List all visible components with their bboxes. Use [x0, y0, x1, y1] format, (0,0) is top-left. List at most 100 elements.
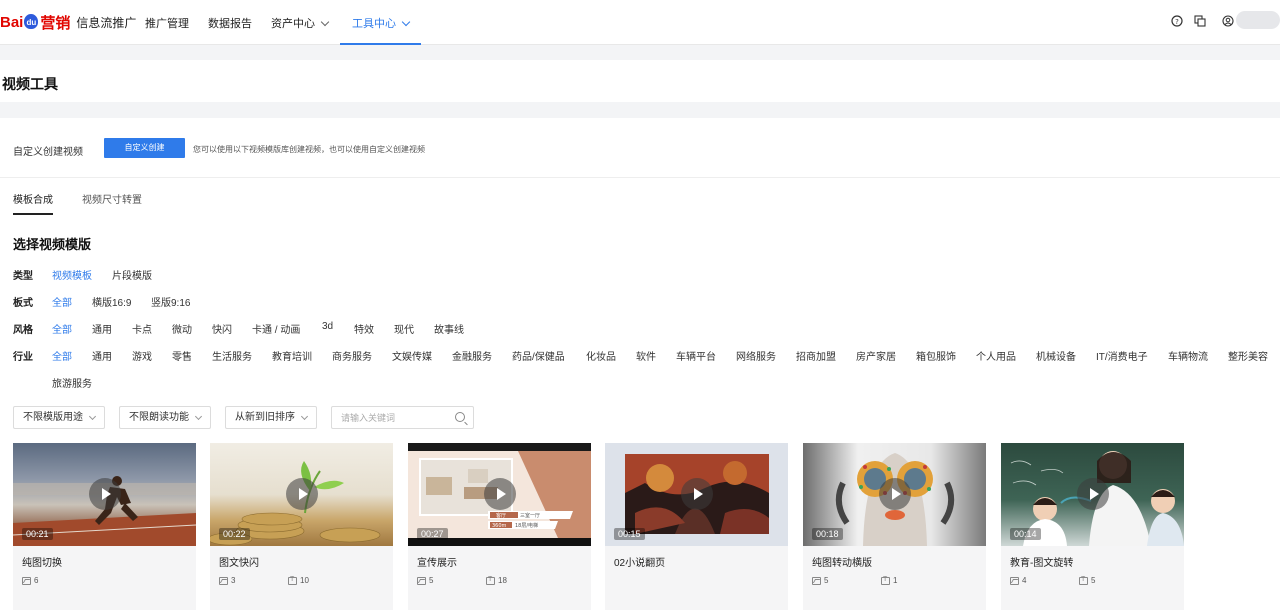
filter-style-label: 风格 — [13, 325, 33, 336]
help-icon[interactable]: ? — [1171, 15, 1183, 27]
chevron-down-icon — [401, 17, 411, 27]
filter-style-option[interactable]: 卡点 — [132, 321, 152, 336]
filter-style-option[interactable]: 卡通 / 动画 — [252, 321, 300, 336]
play-icon[interactable] — [286, 478, 318, 510]
template-thumbnail: 00:22 — [210, 443, 393, 546]
tab-video-resize[interactable]: 视频尺寸转置 — [82, 191, 142, 206]
filter-format-option[interactable]: 全部 — [52, 294, 72, 309]
play-icon[interactable] — [1077, 478, 1109, 510]
tab-template-compose[interactable]: 模板合成 — [13, 191, 53, 206]
reading-dropdown[interactable]: 不限朗读功能 — [119, 406, 211, 429]
template-card[interactable]: 00:21 纯图切换 6 — [13, 443, 196, 610]
filter-industry-option[interactable]: 化妆品 — [586, 348, 616, 363]
main-content: 自定义创建视频 自定义创建 您可以使用以下视频模版库创建视频，也可以使用自定义创… — [0, 118, 1280, 610]
template-card[interactable]: 00:14 教育-图文旋转 4 5 — [1001, 443, 1184, 610]
template-card[interactable]: 00:15 02小说翻页 — [605, 443, 788, 610]
custom-create-button[interactable]: 自定义创建 — [104, 138, 185, 158]
usage-dropdown[interactable]: 不限模版用途 — [13, 406, 105, 429]
filter-industry-option[interactable]: 旅游服务 — [52, 375, 92, 390]
filter-industry-option[interactable]: 车辆物流 — [1168, 348, 1208, 363]
filter-industry-option[interactable]: 软件 — [636, 348, 656, 363]
filter-industry-option[interactable]: 网络服务 — [736, 348, 776, 363]
nav-label: 资产中心 — [271, 18, 315, 30]
sort-dropdown[interactable]: 从新到旧排序 — [225, 406, 317, 429]
text-icon — [1079, 576, 1088, 585]
filter-industry-option[interactable]: 商务服务 — [332, 348, 372, 363]
filter-industry-option[interactable]: 通用 — [92, 348, 112, 363]
duration-badge: 00:27 — [417, 528, 448, 540]
nav-tool-center[interactable]: 工具中心 — [352, 15, 411, 31]
user-icon[interactable] — [1222, 15, 1234, 27]
chevron-down-icon — [320, 17, 330, 27]
image-count: 5 — [812, 576, 828, 585]
play-icon[interactable] — [681, 478, 713, 510]
filter-style-option[interactable]: 快闪 — [212, 321, 232, 336]
filter-industry-option[interactable]: 房产家居 — [856, 348, 896, 363]
text-count: 10 — [288, 576, 309, 585]
image-icon — [219, 576, 228, 585]
filter-style-option[interactable]: 现代 — [394, 321, 414, 336]
filter-style-option[interactable]: 特效 — [354, 321, 374, 336]
image-count-value: 5 — [429, 576, 434, 585]
nav-promotion-management[interactable]: 推广管理 — [145, 15, 189, 31]
filter-industry-option[interactable]: 药品/保健品 — [512, 348, 565, 363]
nav-asset-center[interactable]: 资产中心 — [271, 15, 330, 31]
nav-active-indicator — [340, 43, 421, 45]
filter-type-option[interactable]: 视频模板 — [52, 267, 92, 282]
filter-style-option[interactable]: 通用 — [92, 321, 112, 336]
filter-industry-option[interactable]: 金融服务 — [452, 348, 492, 363]
filter-industry-option[interactable]: 机械设备 — [1036, 348, 1076, 363]
copy-icon[interactable] — [1194, 15, 1206, 27]
image-count-value: 3 — [231, 576, 236, 585]
filter-style-option[interactable]: 故事线 — [434, 321, 464, 336]
image-count-value: 5 — [824, 576, 829, 585]
filter-industry-option[interactable]: 游戏 — [132, 348, 152, 363]
filter-industry-option[interactable]: 招商加盟 — [796, 348, 836, 363]
play-icon[interactable] — [89, 478, 121, 510]
filter-type-option[interactable]: 片段模版 — [112, 267, 152, 282]
chevron-down-icon — [88, 412, 97, 421]
template-card[interactable]: 客厅 三室一厅 360m 18层/电梯 00:27 宣传展示 5 18 — [408, 443, 591, 610]
text-count: 18 — [486, 576, 507, 585]
template-card[interactable]: 00:18 纯图转动横版 5 1 — [803, 443, 986, 610]
filter-industry-option[interactable]: 文娱传媒 — [392, 348, 432, 363]
filter-industry-option[interactable]: 生活服务 — [212, 348, 252, 363]
nav-data-report[interactable]: 数据报告 — [208, 15, 252, 31]
search-icon[interactable] — [455, 412, 465, 422]
image-count-value: 4 — [1022, 576, 1027, 585]
text-icon — [288, 576, 297, 585]
filter-format-option[interactable]: 横版16:9 — [92, 294, 131, 309]
filter-industry-option[interactable]: 个人用品 — [976, 348, 1016, 363]
filter-industry-option[interactable]: 整形美容 — [1228, 348, 1268, 363]
svg-text:?: ? — [1175, 18, 1179, 26]
page-title: 视频工具 — [2, 76, 58, 92]
template-card[interactable]: 00:22 图文快闪 3 10 — [210, 443, 393, 610]
filter-style-option[interactable]: 微动 — [172, 321, 192, 336]
filter-industry-option[interactable]: 零售 — [172, 348, 192, 363]
search-input[interactable] — [341, 407, 441, 428]
duration-badge: 00:22 — [219, 528, 250, 540]
play-icon[interactable] — [879, 478, 911, 510]
custom-create-label: 自定义创建视频 — [13, 147, 83, 158]
avatar[interactable] — [1236, 11, 1280, 29]
image-count: 4 — [1010, 576, 1026, 585]
filter-style-option[interactable]: 全部 — [52, 321, 72, 336]
filter-industry-option[interactable]: 箱包服饰 — [916, 348, 956, 363]
dropdown-value: 从新到旧排序 — [235, 412, 295, 423]
brand-logo-suffix: 营销 — [40, 14, 71, 32]
filter-style-option[interactable]: 3d — [322, 321, 333, 332]
template-thumbnail: 00:15 — [605, 443, 788, 546]
template-name: 纯图转动横版 — [812, 558, 872, 569]
template-name: 02小说翻页 — [614, 558, 666, 569]
filter-industry-option[interactable]: IT/消费电子 — [1096, 348, 1148, 363]
filter-industry-option[interactable]: 车辆平台 — [676, 348, 716, 363]
brand-logo[interactable]: Bai du 营销 信息流推广 — [0, 11, 136, 33]
filter-industry-option[interactable]: 教育培训 — [272, 348, 312, 363]
baidu-paw-icon: du — [24, 13, 39, 29]
image-count: 5 — [417, 576, 433, 585]
template-thumbnail: 00:18 — [803, 443, 986, 546]
play-icon[interactable] — [484, 478, 516, 510]
filter-format-option[interactable]: 竖版9:16 — [151, 294, 190, 309]
chevron-down-icon — [300, 412, 309, 421]
filter-industry-option[interactable]: 全部 — [52, 348, 72, 363]
